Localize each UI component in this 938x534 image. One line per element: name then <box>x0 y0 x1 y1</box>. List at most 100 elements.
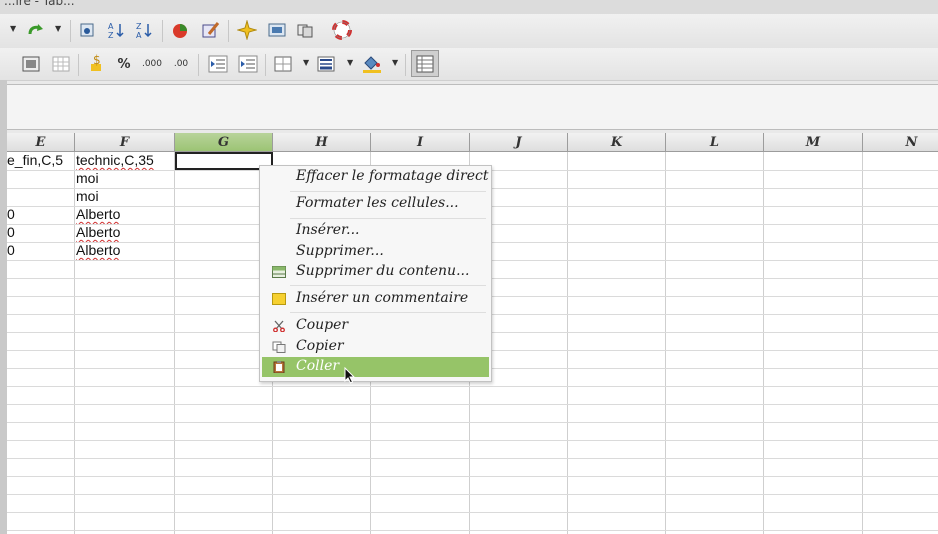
menu-item-label: Effacer le formatage direct <box>296 168 489 184</box>
cell-e6[interactable]: 0 <box>7 242 73 260</box>
mouse-pointer-icon <box>344 367 356 384</box>
cell-f1[interactable]: technic,C,35 <box>76 152 174 170</box>
title-bar: ...ire - Tab... <box>0 0 938 14</box>
column-header-h[interactable]: H <box>273 133 371 152</box>
svg-text:Z: Z <box>108 31 114 40</box>
currency-format-button[interactable]: $ <box>85 53 107 75</box>
menu-item-label: Supprimer du contenu... <box>296 263 470 279</box>
context-menu: Effacer le formatage direct Formater les… <box>259 165 492 382</box>
cell-e4[interactable]: 0 <box>7 206 73 224</box>
frame-icon <box>22 56 40 72</box>
add-decimal-button[interactable]: .000 <box>141 53 163 75</box>
chart-icon <box>173 24 187 38</box>
cell-e1[interactable]: e_fin,C,5 <box>7 152 73 170</box>
add-decimal-label: .000 <box>141 59 163 69</box>
cell-e5[interactable]: 0 <box>7 224 73 242</box>
scissors-icon <box>273 320 285 332</box>
borders-icon <box>274 56 292 72</box>
undo-dropdown-icon[interactable]: ▼ <box>10 24 16 33</box>
column-header-m[interactable]: M <box>764 133 863 152</box>
menu-item-format-cells[interactable]: Formater les cellules... <box>262 194 489 214</box>
menu-item-label: Coller <box>296 358 340 374</box>
column-header-f[interactable]: F <box>75 133 175 152</box>
svg-text:A: A <box>108 22 114 31</box>
menu-item-clear-direct-formatting[interactable]: Effacer le formatage direct <box>262 167 489 187</box>
background-color-dropdown-icon[interactable]: ▼ <box>392 58 398 67</box>
menu-item-paste[interactable]: Coller <box>262 357 489 377</box>
compass-icon <box>237 20 257 40</box>
svg-text:Z: Z <box>136 22 142 31</box>
line-style-button[interactable] <box>315 53 337 75</box>
column-header-e[interactable]: E <box>7 133 75 152</box>
delete-contents-icon <box>272 266 286 278</box>
cell-f5[interactable]: Alberto <box>76 224 174 242</box>
cell-f2[interactable]: moi <box>76 170 174 188</box>
data-sources-button[interactable] <box>294 19 316 41</box>
decrease-indent-icon <box>208 55 228 73</box>
borders-button[interactable] <box>272 53 294 75</box>
percent-format-button[interactable]: % <box>113 53 135 75</box>
grid-lines-button[interactable] <box>50 53 72 75</box>
sort-ascending-button[interactable]: AZ <box>106 19 128 41</box>
borders-frame-button[interactable] <box>20 53 42 75</box>
column-header-i[interactable]: I <box>371 133 470 152</box>
menu-item-label: Insérer un commentaire <box>296 290 469 306</box>
copy-icon <box>272 341 286 353</box>
menu-item-insert-comment[interactable]: Insérer un commentaire <box>262 289 489 309</box>
borders-dropdown-icon[interactable]: ▼ <box>303 58 309 67</box>
redo-button[interactable] <box>25 19 47 41</box>
svg-text:$: $ <box>93 54 101 67</box>
help-lifebuoy-icon <box>332 20 352 40</box>
background-color-icon <box>363 56 381 73</box>
redo-icon <box>28 24 43 35</box>
chart-button[interactable] <box>170 19 192 41</box>
remove-decimal-button[interactable]: .00 <box>170 53 192 75</box>
column-header-k[interactable]: K <box>568 133 666 152</box>
column-header-j[interactable]: J <box>470 133 568 152</box>
column-header-n[interactable]: N <box>863 133 938 152</box>
sort-descending-button[interactable]: ZA <box>134 19 156 41</box>
menu-item-delete[interactable]: Supprimer... <box>262 242 489 262</box>
cell-f3[interactable]: moi <box>76 188 174 206</box>
navigator-star-button[interactable] <box>236 19 258 41</box>
data-sources-icon <box>297 24 313 38</box>
background-color-button[interactable] <box>361 53 383 75</box>
draw-functions-button[interactable] <box>200 19 222 41</box>
navigator-button[interactable] <box>76 19 98 41</box>
column-header-l[interactable]: L <box>666 133 764 152</box>
line-style-icon <box>317 56 335 72</box>
gallery-button[interactable] <box>266 19 288 41</box>
menu-item-label: Couper <box>296 317 349 333</box>
redo-dropdown-icon[interactable]: ▼ <box>55 24 61 33</box>
standard-toolbar: ▼ ▼ AZ ZA <box>0 14 938 49</box>
cell-f6[interactable]: Alberto <box>76 242 174 260</box>
grid-display-toggle-button[interactable] <box>411 50 439 77</box>
line-style-dropdown-icon[interactable]: ▼ <box>347 58 353 67</box>
menu-item-label: Insérer... <box>296 222 360 238</box>
menu-item-label: Formater les cellules... <box>296 195 459 211</box>
menu-item-label: Supprimer... <box>296 243 384 259</box>
column-header-g[interactable]: G <box>175 133 273 152</box>
help-button[interactable] <box>331 19 353 41</box>
draw-functions-icon <box>202 22 220 38</box>
currency-icon: $ <box>91 54 101 71</box>
formula-bar[interactable] <box>7 84 938 130</box>
table-grid-icon <box>416 55 434 72</box>
increase-indent-icon <box>238 55 258 73</box>
svg-text:A: A <box>136 31 142 40</box>
increase-indent-button[interactable] <box>237 53 259 75</box>
paste-icon <box>273 361 285 373</box>
sort-ascending-icon: AZ <box>108 22 124 40</box>
window-title: ...ire - Tab... <box>4 0 75 8</box>
window-left-edge <box>0 80 7 534</box>
remove-decimal-label: .00 <box>173 59 189 69</box>
menu-item-insert[interactable]: Insérer... <box>262 221 489 241</box>
navigator-icon <box>80 23 94 37</box>
grid-icon <box>52 56 70 72</box>
cell-f4[interactable]: Alberto <box>76 206 174 224</box>
menu-item-copy[interactable]: Copier <box>262 337 489 357</box>
decrease-indent-button[interactable] <box>207 53 229 75</box>
menu-item-delete-contents[interactable]: Supprimer du contenu... <box>262 262 489 282</box>
comment-icon <box>272 293 286 305</box>
menu-item-cut[interactable]: Couper <box>262 316 489 336</box>
